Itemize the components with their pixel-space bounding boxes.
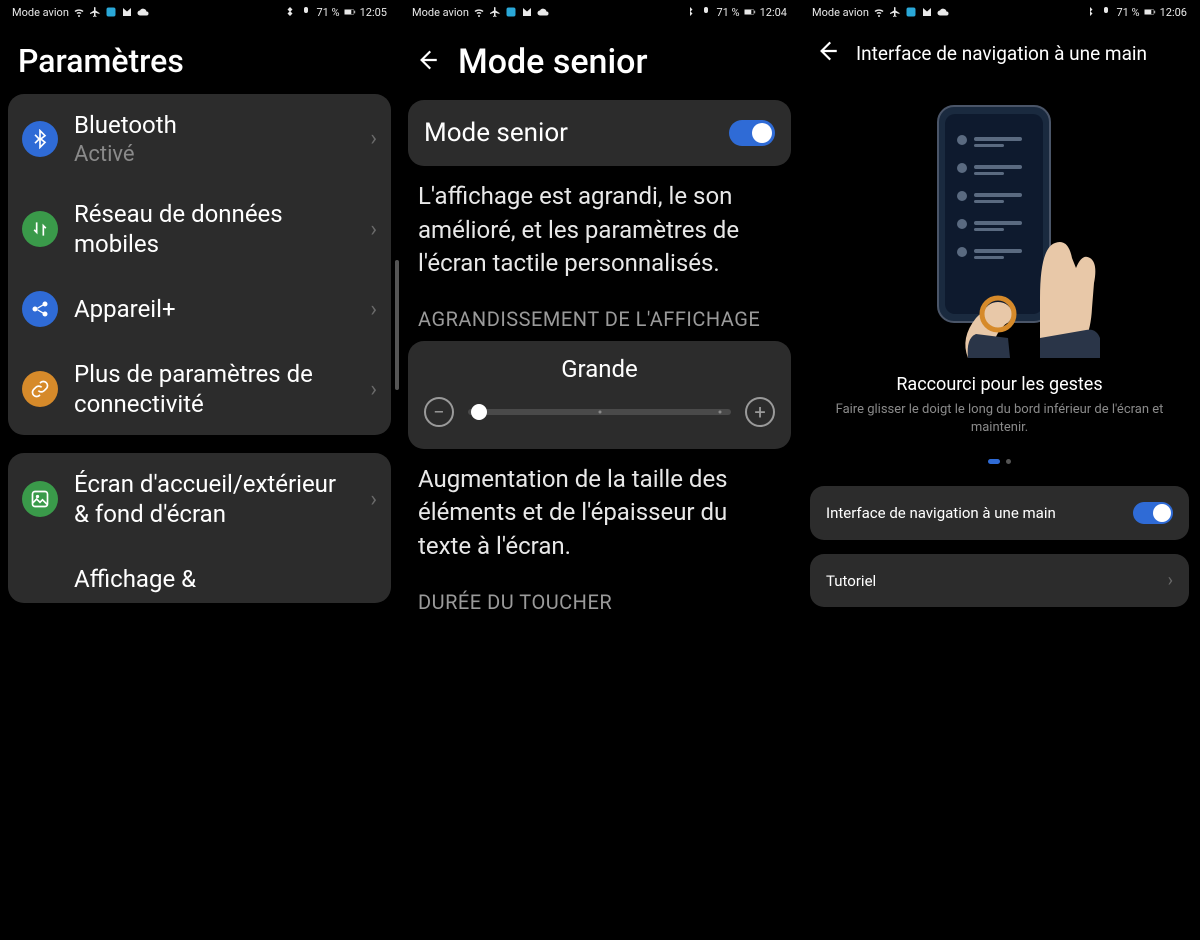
airplane-icon <box>889 6 901 18</box>
panel-settings: Mode avion 71 % 12:05 Paramètres Bluetoo… <box>0 0 400 940</box>
link-icon <box>22 371 58 407</box>
bluetooth-icon <box>22 121 58 157</box>
settings-group-connectivity: Bluetooth Activé › Réseau de données mob… <box>8 94 391 435</box>
row-mobile-data[interactable]: Réseau de données mobiles › <box>8 183 391 275</box>
page-dot-active <box>988 459 1000 464</box>
app-icon <box>505 6 517 18</box>
data-icon <box>22 211 58 247</box>
row-label: Plus de paramètres de connectivité <box>74 359 354 419</box>
airplane-mode-label: Mode avion <box>812 6 869 19</box>
battery-icon <box>1144 6 1156 18</box>
scrollbar[interactable] <box>395 260 399 390</box>
chevron-right-icon: › <box>1168 570 1173 591</box>
row-tutorial[interactable]: Tutoriel › <box>810 554 1189 607</box>
row-label: Appareil+ <box>74 294 354 324</box>
mail-icon <box>121 6 133 18</box>
airplane-icon <box>89 6 101 18</box>
share-icon <box>22 291 58 327</box>
cloud-icon <box>937 6 949 18</box>
senior-mode-description: L'affichage est agrandi, le son amélioré… <box>400 166 799 287</box>
row-one-hand-toggle[interactable]: Interface de navigation à une main <box>810 486 1189 540</box>
row-label: Réseau de données mobiles <box>74 199 354 259</box>
panel-senior-mode: Mode avion 71 % 12:04 Mode senior Mode s… <box>400 0 800 940</box>
row-display[interactable]: Affichage & <box>8 545 391 603</box>
page-dot <box>1006 459 1011 464</box>
toggle-label: Mode senior <box>424 118 568 148</box>
toggle-switch[interactable] <box>729 120 775 146</box>
page-title: Paramètres <box>0 24 399 94</box>
mute-icon <box>700 6 712 18</box>
page-title: Interface de navigation à une main <box>856 42 1147 65</box>
illustration <box>800 80 1199 368</box>
wifi-icon <box>73 6 85 18</box>
panel-one-hand: Mode avion 71 % 12:06 Interface de navig… <box>800 0 1200 940</box>
zoom-description: Augmentation de la taille des éléments e… <box>400 449 799 570</box>
section-header-touch: DURÉE DU TOUCHER <box>400 570 799 624</box>
status-bar: Mode avion 71 % 12:05 <box>0 0 399 24</box>
row-label: Écran d'accueil/extérieur & fond d'écran <box>74 469 354 529</box>
wifi-icon <box>873 6 885 18</box>
bluetooth-status-icon <box>284 6 296 18</box>
chevron-right-icon: › <box>370 487 377 512</box>
page-indicator <box>800 459 1199 464</box>
settings-group-display: Écran d'accueil/extérieur & fond d'écran… <box>8 453 391 603</box>
minus-button[interactable]: − <box>424 397 454 427</box>
battery-icon <box>744 6 756 18</box>
gesture-sub: Faire glisser le doigt le long du bord i… <box>800 395 1199 437</box>
wifi-icon <box>473 6 485 18</box>
page-title: Mode senior <box>458 42 647 82</box>
row-more-connectivity[interactable]: Plus de paramètres de connectivité › <box>8 343 391 435</box>
back-arrow-icon[interactable] <box>814 38 840 68</box>
mute-icon <box>1100 6 1112 18</box>
app-icon <box>905 6 917 18</box>
row-home-wallpaper[interactable]: Écran d'accueil/extérieur & fond d'écran… <box>8 453 391 545</box>
slider-thumb[interactable] <box>471 404 487 420</box>
battery-percent: 71 % <box>716 6 739 19</box>
row-sub: Activé <box>74 142 354 167</box>
slider-value-label: Grande <box>424 355 775 383</box>
row-senior-mode-toggle[interactable]: Mode senior <box>408 100 791 166</box>
mail-icon <box>921 6 933 18</box>
gesture-heading: Raccourci pour les gestes <box>800 374 1199 395</box>
plus-button[interactable]: + <box>745 397 775 427</box>
row-label: Affichage & <box>74 564 377 594</box>
battery-icon <box>344 6 356 18</box>
chevron-right-icon: › <box>370 217 377 242</box>
chevron-right-icon: › <box>370 126 377 151</box>
clock: 12:04 <box>760 6 787 19</box>
clock: 12:05 <box>360 6 387 19</box>
zoom-slider-card: Grande − + <box>408 341 791 449</box>
clock: 12:06 <box>1160 6 1187 19</box>
chevron-right-icon: › <box>370 377 377 402</box>
airplane-icon <box>489 6 501 18</box>
battery-percent: 71 % <box>1116 6 1139 19</box>
mute-icon <box>300 6 312 18</box>
bluetooth-status-icon <box>684 6 696 18</box>
row-bluetooth[interactable]: Bluetooth Activé › <box>8 94 391 183</box>
battery-percent: 71 % <box>316 6 339 19</box>
toggle-switch[interactable] <box>1133 502 1173 524</box>
section-header-zoom: AGRANDISSEMENT DE L'AFFICHAGE <box>400 287 799 341</box>
cloud-icon <box>137 6 149 18</box>
slider-track[interactable] <box>468 409 731 415</box>
airplane-mode-label: Mode avion <box>12 6 69 19</box>
status-bar: Mode avion 71 % 12:04 <box>400 0 799 24</box>
chevron-right-icon: › <box>370 297 377 322</box>
row-label: Interface de navigation à une main <box>826 504 1056 522</box>
cloud-icon <box>537 6 549 18</box>
status-bar: Mode avion 71 % 12:06 <box>800 0 1199 24</box>
mail-icon <box>521 6 533 18</box>
airplane-mode-label: Mode avion <box>412 6 469 19</box>
row-device-plus[interactable]: Appareil+ › <box>8 275 391 343</box>
bluetooth-status-icon <box>1084 6 1096 18</box>
image-icon <box>22 481 58 517</box>
back-arrow-icon[interactable] <box>414 47 440 77</box>
row-label: Tutoriel <box>826 572 876 590</box>
row-label: Bluetooth <box>74 110 354 140</box>
app-icon <box>105 6 117 18</box>
